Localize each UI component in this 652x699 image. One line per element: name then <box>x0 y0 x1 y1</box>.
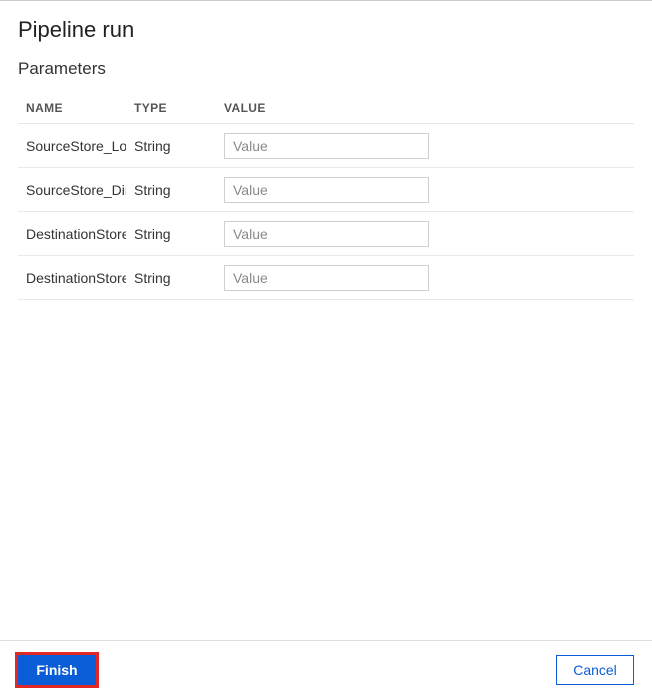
table-row: SourceStore_Dire String <box>18 168 634 212</box>
param-value-input[interactable] <box>224 177 429 203</box>
param-value-cell <box>216 256 634 300</box>
param-name: DestinationStore <box>18 212 126 256</box>
param-value-cell <box>216 124 634 168</box>
section-parameters-title: Parameters <box>0 49 652 83</box>
column-header-name: NAME <box>18 93 126 124</box>
param-value-input[interactable] <box>224 133 429 159</box>
param-value-cell <box>216 212 634 256</box>
pipeline-run-panel: Pipeline run Parameters NAME TYPE VALUE … <box>0 1 652 699</box>
column-header-type: TYPE <box>126 93 216 124</box>
param-value-input[interactable] <box>224 265 429 291</box>
panel-content: NAME TYPE VALUE SourceStore_Loc String S… <box>0 83 652 640</box>
table-row: DestinationStore String <box>18 212 634 256</box>
table-row: SourceStore_Loc String <box>18 124 634 168</box>
column-header-value: VALUE <box>216 93 634 124</box>
table-row: DestinationStore String <box>18 256 634 300</box>
param-type: String <box>126 212 216 256</box>
panel-footer: Finish Cancel <box>0 640 652 699</box>
panel-title: Pipeline run <box>18 17 634 43</box>
param-value-cell <box>216 168 634 212</box>
param-type: String <box>126 124 216 168</box>
finish-button[interactable]: Finish <box>18 655 96 685</box>
param-name: SourceStore_Dire <box>18 168 126 212</box>
param-type: String <box>126 256 216 300</box>
param-type: String <box>126 168 216 212</box>
param-name: SourceStore_Loc <box>18 124 126 168</box>
table-header-row: NAME TYPE VALUE <box>18 93 634 124</box>
param-value-input[interactable] <box>224 221 429 247</box>
parameters-table: NAME TYPE VALUE SourceStore_Loc String S… <box>18 93 634 300</box>
param-name: DestinationStore <box>18 256 126 300</box>
panel-header: Pipeline run <box>0 1 652 49</box>
cancel-button[interactable]: Cancel <box>556 655 634 685</box>
